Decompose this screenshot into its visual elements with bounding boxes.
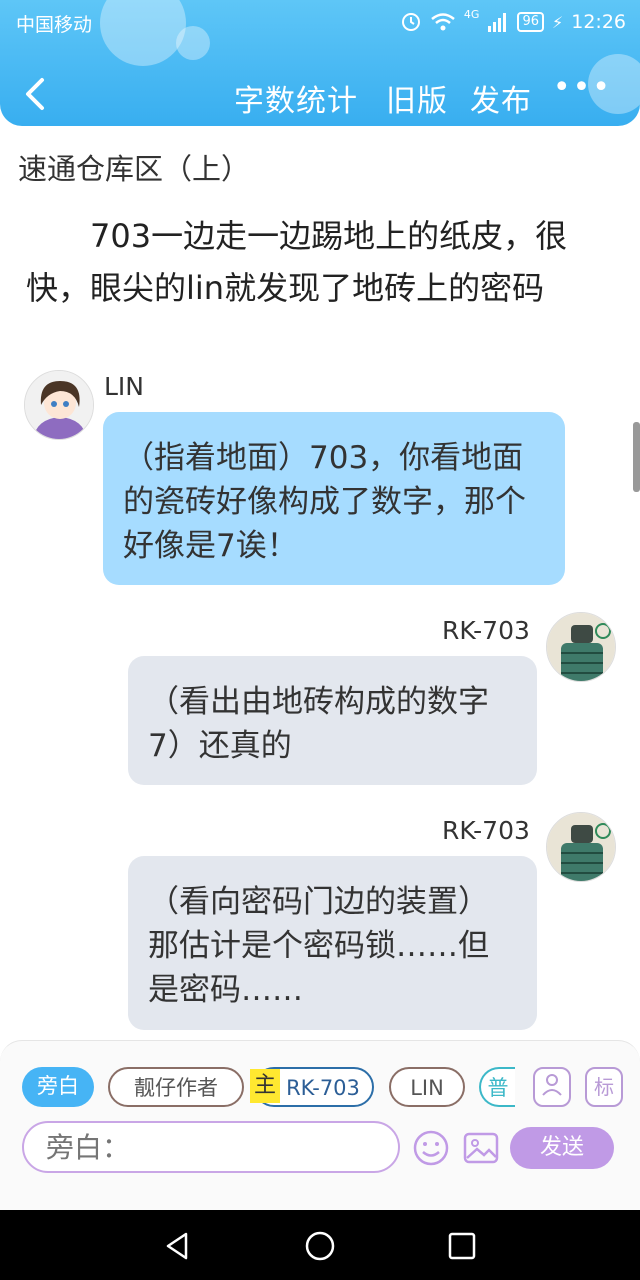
- avatar-image: [547, 613, 615, 681]
- old-version-button[interactable]: 旧版: [386, 76, 448, 120]
- alarm-icon: [401, 13, 420, 31]
- signal-icon: [488, 13, 507, 32]
- publish-button[interactable]: 发布: [470, 76, 532, 120]
- carrier-label: 中国移动: [16, 14, 93, 36]
- charging-icon: ⚡: [552, 12, 564, 32]
- image-icon[interactable]: [462, 1129, 500, 1167]
- role-chip-more[interactable]: 普: [479, 1067, 515, 1107]
- role-chip-narrator[interactable]: 旁白: [22, 1067, 94, 1107]
- system-nav-bar: [0, 1210, 640, 1280]
- composer-panel: 旁白 靓仔作者 RK-703 主 LIN 普 标 发送: [0, 1040, 640, 1210]
- back-triangle-icon[interactable]: [162, 1230, 194, 1262]
- message-text: （看向密码门边的装置）那估计是个密码锁……但是密码……: [148, 884, 489, 1008]
- tag-button[interactable]: 标: [585, 1067, 623, 1107]
- speaker-name: RK-703: [442, 616, 530, 645]
- avatar-rk703[interactable]: [546, 812, 616, 882]
- speaker-name: LIN: [104, 372, 145, 401]
- person-icon: [542, 1074, 562, 1096]
- header-nav: 字数统计 旧版 发布 •••: [0, 60, 640, 126]
- emoji-icon[interactable]: [412, 1129, 450, 1167]
- role-chip-lin[interactable]: LIN: [389, 1067, 465, 1107]
- battery-indicator: 96: [517, 12, 544, 32]
- host-badge: 主: [250, 1069, 280, 1103]
- more-menu-button[interactable]: •••: [553, 70, 612, 105]
- scrollbar-thumb[interactable]: [633, 422, 640, 492]
- message-text: （指着地面）703，你看地面的瓷砖好像构成了数字，那个好像是7诶！: [123, 440, 526, 564]
- word-count-button[interactable]: 字数统计: [234, 76, 358, 120]
- message-input-wrapper: [22, 1121, 400, 1173]
- narration-text[interactable]: 703一边走一边踢地上的纸皮，很快，眼尖的lin就发现了地砖上的密码: [26, 210, 616, 314]
- message-bubble-right[interactable]: （看向密码门边的装置）那估计是个密码锁……但是密码……: [128, 856, 537, 1030]
- status-bar: 中国移动 4G 96 ⚡ 12:26: [0, 0, 640, 44]
- back-icon[interactable]: [18, 74, 50, 114]
- message-text: （看出由地砖构成的数字7）还真的: [148, 684, 489, 764]
- status-icons: 4G 96 ⚡ 12:26: [400, 8, 626, 36]
- role-chip-author[interactable]: 靓仔作者: [108, 1067, 244, 1107]
- recents-square-icon[interactable]: [446, 1230, 478, 1262]
- home-circle-icon[interactable]: [304, 1230, 336, 1262]
- send-button[interactable]: 发送: [510, 1127, 614, 1169]
- speaker-name: RK-703: [442, 816, 530, 845]
- wifi-icon: [431, 13, 455, 31]
- message-input[interactable]: [24, 1123, 398, 1171]
- avatar-image: [547, 813, 615, 881]
- network-type: 4G: [463, 7, 480, 21]
- avatar-lin[interactable]: [24, 370, 94, 440]
- top-bar: 中国移动 4G 96 ⚡ 12:26 字数统计 旧版 发布 •••: [0, 0, 640, 126]
- message-bubble-left[interactable]: （指着地面）703，你看地面的瓷砖好像构成了数字，那个好像是7诶！: [103, 412, 565, 585]
- character-manage-button[interactable]: [533, 1067, 571, 1107]
- clock: 12:26: [571, 11, 626, 33]
- avatar-rk703[interactable]: [546, 612, 616, 682]
- message-bubble-right[interactable]: （看出由地砖构成的数字7）还真的: [128, 656, 537, 785]
- section-title: 速通仓库区（上）: [18, 152, 251, 186]
- avatar-image: [25, 371, 93, 439]
